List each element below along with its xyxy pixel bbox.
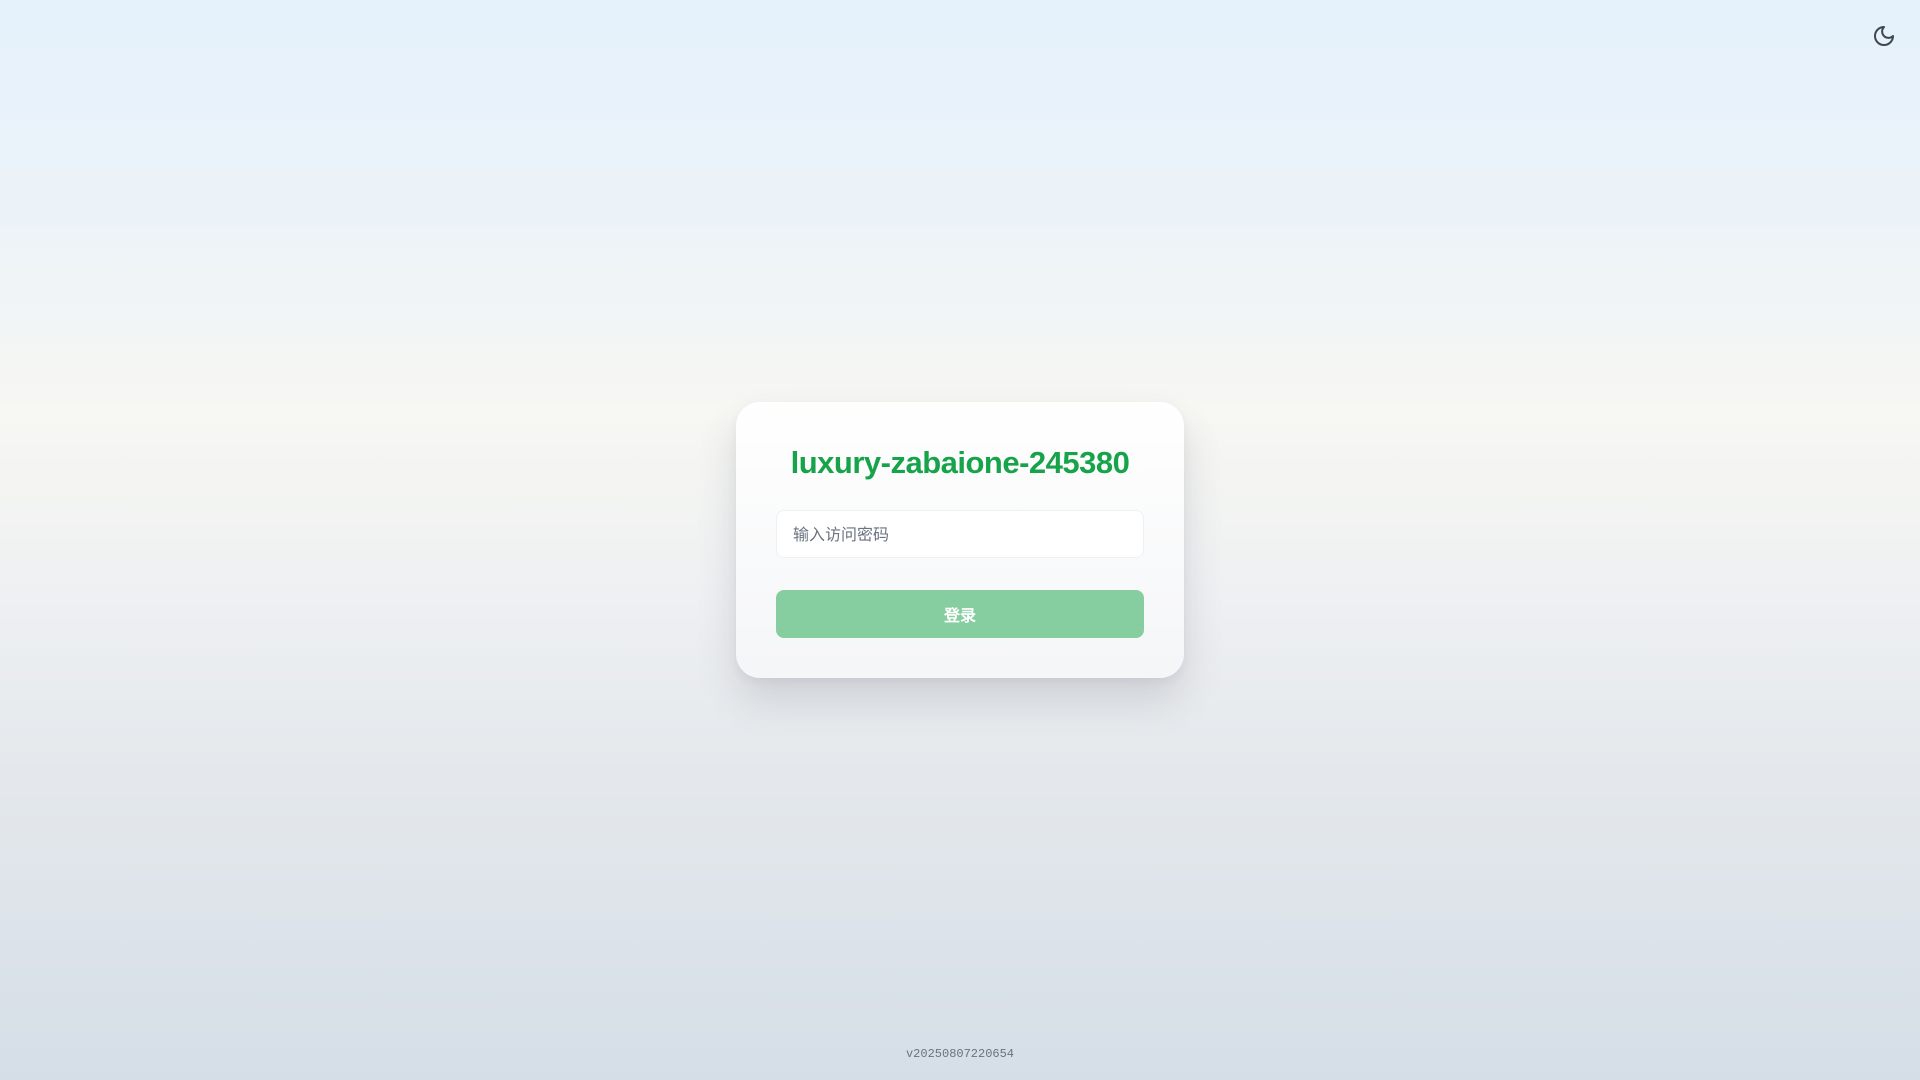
login-button[interactable]: 登录 (776, 590, 1144, 638)
version-label: v20250807220654 (905, 1047, 1015, 1061)
theme-toggle-button[interactable] (1868, 20, 1900, 52)
password-input[interactable] (776, 510, 1144, 558)
login-card: luxury-zabaione-245380 登录 (736, 402, 1184, 678)
moon-icon (1872, 24, 1896, 48)
site-title: luxury-zabaione-245380 (790, 445, 1130, 480)
